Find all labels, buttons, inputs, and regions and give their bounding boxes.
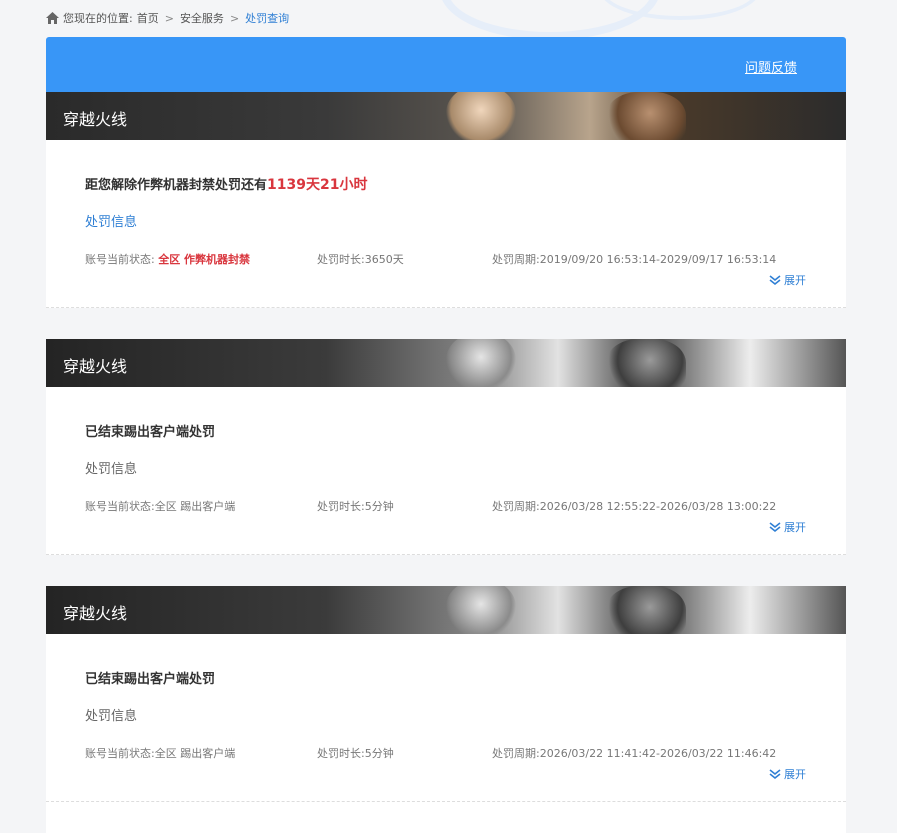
penalty-duration: 处罚时长:5分钟 — [317, 498, 394, 514]
banner-character-image — [446, 339, 516, 387]
duration-label: 处罚时长: — [317, 500, 365, 513]
penalty-info-link[interactable]: 处罚信息 — [85, 705, 137, 724]
breadcrumb-separator: > — [229, 11, 240, 25]
game-name: 穿越火线 — [63, 604, 128, 623]
card-body: 距您解除作弊机器封禁处罚还有1139天21小时 处罚信息 账号当前状态: 全区 … — [46, 140, 846, 308]
headline-text: 距您解除作弊机器封禁处罚还有 — [85, 178, 268, 193]
remaining-time: 1139天21小时 — [267, 177, 368, 193]
banner-character-image — [446, 586, 516, 634]
card-body: 已结束踢出客户端处罚 处罚信息 账号当前状态:全区 踢出客户端 处罚时长:5分钟… — [46, 387, 846, 555]
duration-value: 5分钟 — [364, 500, 394, 513]
period-label: 处罚周期: — [492, 253, 540, 266]
breadcrumb-separator: > — [164, 11, 174, 25]
status-value: 全区 踢出客户端 — [154, 747, 236, 760]
penalty-duration: 处罚时长:3650天 — [317, 251, 404, 267]
banner-character-image — [606, 339, 686, 387]
breadcrumb-prefix: 您现在的位置: — [63, 12, 133, 25]
period-value: 2019/09/20 16:53:14-2029/09/17 16:53:14 — [539, 253, 777, 266]
period-label: 处罚周期: — [492, 747, 540, 760]
game-banner: 穿越火线 — [46, 586, 846, 634]
breadcrumb-current: 处罚查询 — [245, 12, 290, 25]
double-chevron-down-icon — [769, 769, 781, 780]
game-banner: 穿越火线 — [46, 92, 846, 140]
headline-text: 已结束踢出客户端处罚 — [85, 425, 216, 440]
status-value: 全区 踢出客户端 — [154, 500, 236, 513]
breadcrumb: 您现在的位置: 首页 > 安全服务 > 处罚查询 — [46, 10, 289, 26]
status-label: 账号当前状态: — [85, 500, 155, 513]
penalty-headline: 距您解除作弊机器封禁处罚还有1139天21小时 — [85, 174, 367, 194]
banner-character-image — [446, 92, 516, 140]
double-chevron-down-icon — [769, 522, 781, 533]
penalty-card: 穿越火线 距您解除作弊机器封禁处罚还有1139天21小时 处罚信息 账号当前状态… — [46, 92, 846, 308]
account-status: 账号当前状态:全区 踢出客户端 — [85, 745, 235, 761]
duration-value: 3650天 — [364, 253, 404, 266]
game-name: 穿越火线 — [63, 110, 128, 129]
double-chevron-down-icon — [769, 275, 781, 286]
penalty-headline: 已结束踢出客户端处罚 — [85, 421, 215, 440]
penalty-info-link[interactable]: 处罚信息 — [85, 458, 137, 477]
expand-button[interactable]: 展开 — [769, 766, 806, 782]
duration-value: 5分钟 — [364, 747, 394, 760]
banner-character-image — [606, 586, 686, 634]
status-label: 账号当前状态: — [85, 253, 155, 266]
status-label: 账号当前状态: — [85, 747, 155, 760]
penalty-info-link[interactable]: 处罚信息 — [85, 211, 137, 230]
next-card-partial — [46, 802, 846, 833]
expand-label: 展开 — [784, 274, 806, 287]
duration-label: 处罚时长: — [317, 747, 365, 760]
banner-character-image — [606, 92, 686, 140]
penalty-period: 处罚周期:2026/03/28 12:55:22-2026/03/28 13:0… — [492, 498, 776, 514]
period-value: 2026/03/28 12:55:22-2026/03/28 13:00:22 — [539, 500, 777, 513]
account-status: 账号当前状态:全区 踢出客户端 — [85, 498, 235, 514]
penalty-duration: 处罚时长:5分钟 — [317, 745, 394, 761]
header-bar: 问题反馈 — [46, 37, 846, 92]
game-name: 穿越火线 — [63, 357, 128, 376]
duration-label: 处罚时长: — [317, 253, 365, 266]
game-banner: 穿越火线 — [46, 339, 846, 387]
penalty-headline: 已结束踢出客户端处罚 — [85, 668, 215, 687]
expand-button[interactable]: 展开 — [769, 519, 806, 535]
status-value: 全区 作弊机器封禁 — [158, 253, 251, 266]
penalty-period: 处罚周期:2026/03/22 11:41:42-2026/03/22 11:4… — [492, 745, 776, 761]
account-status: 账号当前状态: 全区 作弊机器封禁 — [85, 251, 250, 267]
headline-text: 已结束踢出客户端处罚 — [85, 672, 216, 687]
penalty-card: 穿越火线 已结束踢出客户端处罚 处罚信息 账号当前状态:全区 踢出客户端 处罚时… — [46, 586, 846, 802]
card-body: 已结束踢出客户端处罚 处罚信息 账号当前状态:全区 踢出客户端 处罚时长:5分钟… — [46, 634, 846, 802]
penalty-card: 穿越火线 已结束踢出客户端处罚 处罚信息 账号当前状态:全区 踢出客户端 处罚时… — [46, 339, 846, 555]
expand-button[interactable]: 展开 — [769, 272, 806, 288]
breadcrumb-home-link[interactable]: 首页 — [137, 10, 159, 26]
penalty-period: 处罚周期:2019/09/20 16:53:14-2029/09/17 16:5… — [492, 251, 776, 267]
feedback-link[interactable]: 问题反馈 — [745, 57, 797, 76]
expand-label: 展开 — [784, 768, 806, 781]
home-icon — [46, 12, 59, 24]
period-label: 处罚周期: — [492, 500, 540, 513]
breadcrumb-security-link[interactable]: 安全服务 — [180, 10, 224, 26]
expand-label: 展开 — [784, 521, 806, 534]
period-value: 2026/03/22 11:41:42-2026/03/22 11:46:42 — [539, 747, 777, 760]
